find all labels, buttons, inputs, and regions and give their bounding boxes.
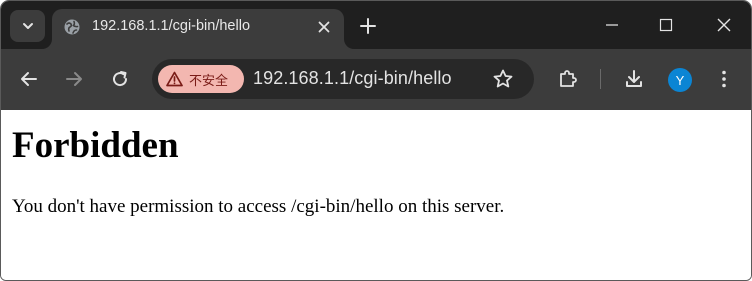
tab-search-button[interactable]	[10, 10, 45, 42]
close-icon	[717, 18, 731, 32]
address-bar[interactable]: 不安全 192.168.1.1/cgi-bin/hello	[152, 59, 534, 99]
forward-arrow-icon	[66, 72, 82, 86]
browser-window: 192.168.1.1/cgi-bin/hello 不安全 192.168.1.…	[0, 0, 752, 281]
toolbar-divider	[600, 69, 601, 89]
tab-title: 192.168.1.1/cgi-bin/hello	[92, 18, 251, 34]
reload-icon	[113, 71, 128, 87]
downloads-button[interactable]	[622, 67, 646, 91]
kebab-menu-icon	[722, 70, 726, 88]
minimize-button[interactable]	[585, 1, 639, 49]
tab-active[interactable]: 192.168.1.1/cgi-bin/hello	[52, 9, 344, 49]
download-icon	[626, 70, 642, 87]
security-chip[interactable]: 不安全	[158, 65, 244, 93]
puzzle-icon	[560, 70, 577, 87]
toolbar: 不安全 192.168.1.1/cgi-bin/hello Y	[1, 49, 751, 110]
security-label: 不安全	[189, 73, 229, 89]
close-icon[interactable]	[316, 19, 332, 35]
window-close-button[interactable]	[697, 1, 751, 49]
plus-icon[interactable]	[358, 16, 378, 36]
maximize-icon	[659, 18, 673, 32]
menu-button[interactable]	[712, 67, 736, 91]
globe-icon	[64, 19, 80, 35]
warning-icon	[166, 71, 183, 87]
extensions-button[interactable]	[556, 67, 580, 91]
profile-avatar[interactable]: Y	[668, 68, 692, 92]
maximize-button[interactable]	[639, 1, 693, 49]
star-icon[interactable]	[492, 68, 514, 90]
minimize-icon	[606, 24, 618, 26]
chevron-down-icon	[22, 23, 33, 29]
back-button[interactable]	[17, 67, 41, 91]
page-content: Forbidden You don't have permission to a…	[1, 110, 751, 280]
reload-button[interactable]	[108, 67, 132, 91]
forward-button[interactable]	[62, 67, 86, 91]
error-message: You don't have permission to access /cgi…	[12, 196, 505, 217]
url-text[interactable]: 192.168.1.1/cgi-bin/hello	[253, 68, 452, 89]
page-title: Forbidden	[12, 125, 179, 166]
tab-strip: 192.168.1.1/cgi-bin/hello	[1, 1, 751, 49]
back-arrow-icon	[21, 72, 37, 86]
